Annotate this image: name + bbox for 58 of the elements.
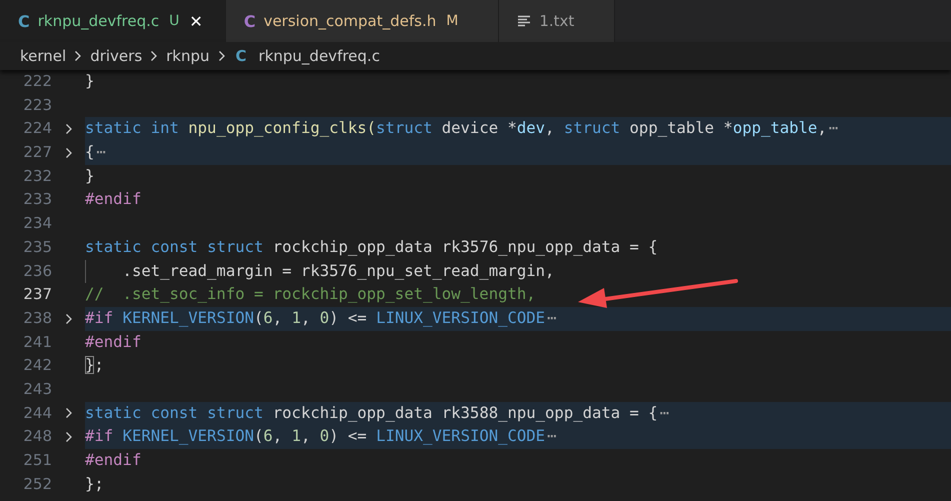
file-tab[interactable]: 1.txt [499, 0, 616, 42]
fold-chevron-icon[interactable] [64, 312, 72, 325]
breadcrumb-item[interactable]: rknpu [166, 47, 210, 65]
line-number: 236 [22, 260, 52, 282]
code-line: static const struct rockchip_opp_data rk3588_npu_opp_data = {⋯ [85, 402, 670, 424]
breadcrumb-item[interactable]: rknpu_devfreq.c [258, 47, 380, 65]
tab-label: rknpu_devfreq.c [38, 12, 160, 30]
code-line: #if KERNEL_VERSION(6, 1, 0) <= LINUX_VERSION_CODE⋯ [85, 308, 556, 329]
tab-label: version_compat_defs.h [264, 12, 436, 30]
c-file-icon: C [18, 12, 30, 30]
line-number: 251 [22, 450, 52, 471]
line-number: 234 [22, 213, 52, 234]
file-tab[interactable]: C rknpu_devfreq.c U ✕ [0, 0, 226, 42]
chevron-right-icon [150, 50, 158, 62]
chevron-right-icon [218, 50, 226, 62]
code-line: static int npu_opp_config_clks(struct device *dev, struct opp_table *opp_table,⋯ [85, 118, 838, 140]
line-number: 224 [22, 118, 52, 140]
line-number: 232 [22, 166, 52, 187]
code-line: }; [85, 355, 104, 376]
line-number: 241 [22, 332, 52, 353]
code-line: } [85, 166, 94, 187]
code-comment: // .set_soc_info = rockchip_opp_set_low_length, [85, 284, 536, 306]
line-number: 237 [22, 284, 52, 306]
line-number: 252 [22, 474, 52, 495]
tab-label: 1.txt [539, 12, 574, 30]
fold-chevron-icon[interactable] [64, 123, 72, 136]
c-file-icon: C [236, 47, 247, 65]
git-status-label: U [169, 13, 180, 29]
line-number: 244 [22, 402, 52, 424]
code-line: #endif [85, 189, 142, 210]
line-number: 238 [22, 308, 52, 329]
code-line: } [85, 71, 94, 92]
c-file-icon: C [244, 12, 256, 30]
breadcrumb-item[interactable]: drivers [90, 47, 142, 65]
code-line: static const struct rockchip_opp_data rk3576_npu_opp_data = { [85, 236, 658, 258]
fold-chevron-icon[interactable] [64, 146, 72, 159]
code-line: #if KERNEL_VERSION(6, 1, 0) <= LINUX_VERSION_CODE⋯ [85, 426, 556, 448]
code-line: #endif [85, 450, 142, 471]
line-number: 223 [22, 94, 52, 116]
file-tab[interactable]: C version_compat_defs.h M [226, 0, 500, 42]
code-line: #endif [85, 332, 142, 353]
text-file-icon [517, 14, 532, 28]
line-number: 242 [22, 355, 52, 376]
git-status-label: M [446, 13, 458, 29]
line-number: 243 [22, 378, 52, 400]
line-number: 227 [22, 142, 52, 164]
line-number: 248 [22, 426, 52, 448]
line-number: 233 [22, 189, 52, 210]
line-number: 235 [22, 236, 52, 258]
line-number: 222 [22, 71, 52, 92]
code-line: }; [85, 474, 104, 495]
code-line: .set_read_margin = rk3576_npu_set_read_margin, [85, 260, 554, 284]
fold-chevron-icon[interactable] [64, 431, 72, 444]
chevron-right-icon [74, 50, 82, 62]
close-icon[interactable]: ✕ [189, 12, 203, 30]
code-line: {⋯ [85, 142, 106, 164]
breadcrumb-item[interactable]: kernel [20, 47, 66, 65]
fold-chevron-icon[interactable] [64, 407, 72, 420]
